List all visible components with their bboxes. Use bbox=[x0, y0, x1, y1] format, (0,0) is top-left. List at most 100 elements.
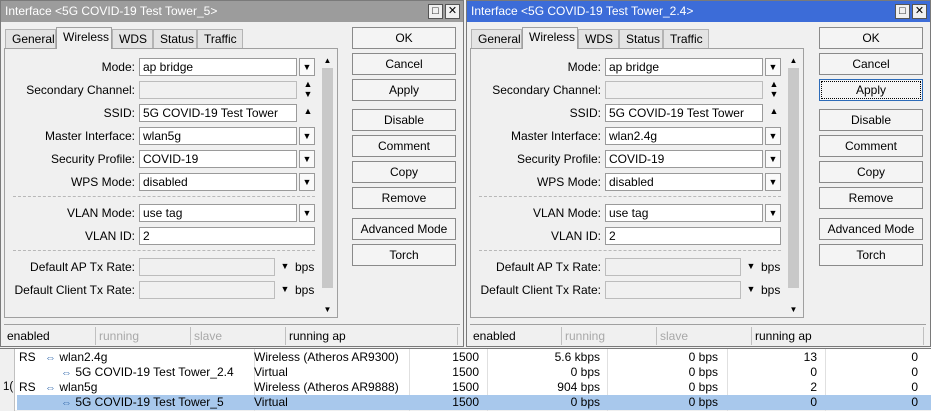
default-client-tx-rate-unit: bps bbox=[295, 283, 315, 297]
vlan-mode-select[interactable]: use tag bbox=[139, 204, 297, 222]
table-row[interactable]: RS ⇔ wlan5g Wireless (Atheros AR9888) 150… bbox=[17, 380, 931, 395]
disable-button[interactable]: Disable bbox=[352, 109, 456, 131]
master-interface-select[interactable]: wlan5g bbox=[139, 127, 297, 145]
disable-button[interactable]: Disable bbox=[819, 109, 923, 131]
wps-mode-select[interactable]: disabled bbox=[139, 173, 297, 191]
comment-button[interactable]: Comment bbox=[819, 135, 923, 157]
wps-mode-label: WPS Mode: bbox=[536, 175, 601, 189]
status-slave: slave bbox=[191, 327, 286, 345]
copy-button[interactable]: Copy bbox=[819, 161, 923, 183]
scrollbar-thumb[interactable] bbox=[788, 68, 799, 288]
apply-button[interactable]: Apply bbox=[819, 79, 923, 101]
dropdown-arrow-icon[interactable]: ▼ bbox=[765, 127, 781, 145]
row-rxp: 0 bbox=[911, 350, 918, 364]
tab-traffic[interactable]: Traffic bbox=[663, 29, 709, 48]
ok-button[interactable]: OK bbox=[819, 27, 923, 49]
section-divider bbox=[13, 250, 315, 251]
tab-general[interactable]: General bbox=[471, 29, 522, 48]
tab-wds[interactable]: WDS bbox=[112, 29, 153, 48]
scroll-down-icon[interactable]: ▼ bbox=[321, 303, 334, 316]
tab-traffic[interactable]: Traffic bbox=[197, 29, 243, 48]
mode-label: Mode: bbox=[567, 60, 601, 74]
mode-select[interactable]: ap bridge bbox=[605, 58, 763, 76]
expand-up-icon[interactable]: ▲ bbox=[768, 79, 780, 89]
advanced-mode-button[interactable]: Advanced Mode bbox=[352, 218, 456, 240]
row-name-cell: ⇔ wlan2.4g bbox=[45, 350, 255, 366]
torch-button[interactable]: Torch bbox=[352, 244, 456, 266]
ssid-input[interactable]: 5G COVID-19 Test Tower bbox=[139, 104, 297, 122]
collapse-up-icon[interactable]: ▲ bbox=[768, 106, 780, 116]
dropdown-arrow-icon[interactable]: ▼ bbox=[299, 150, 315, 168]
dropdown-arrow-icon[interactable]: ▼ bbox=[299, 58, 315, 76]
dropdown-arrow-icon[interactable]: ▼ bbox=[765, 173, 781, 191]
secondary-channel-select bbox=[139, 81, 297, 99]
vertical-scrollbar[interactable]: ▲ ▼ bbox=[787, 54, 800, 316]
dropdown-arrow-icon[interactable]: ▼ bbox=[279, 261, 291, 271]
mode-label: Mode: bbox=[101, 60, 135, 74]
default-ap-tx-rate-unit: bps bbox=[761, 260, 781, 274]
vlan-id-input[interactable]: 2 bbox=[139, 227, 315, 245]
row-tx: 0 bps bbox=[570, 395, 600, 409]
expand-down-icon[interactable]: ▼ bbox=[768, 89, 780, 99]
tab-status[interactable]: Status bbox=[153, 29, 197, 48]
secondary-channel-select bbox=[605, 81, 763, 99]
row-tx: 0 bps bbox=[570, 365, 600, 379]
dropdown-arrow-icon[interactable]: ▼ bbox=[745, 261, 757, 271]
security-profile-select[interactable]: COVID-19 bbox=[139, 150, 297, 168]
ok-button[interactable]: OK bbox=[352, 27, 456, 49]
row-name: wlan2.4g bbox=[59, 350, 108, 364]
vlan-mode-select[interactable]: use tag bbox=[605, 204, 763, 222]
vlan-id-label: VLAN ID: bbox=[84, 229, 135, 243]
vlan-id-input[interactable]: 2 bbox=[605, 227, 781, 245]
dropdown-arrow-icon[interactable]: ▼ bbox=[299, 204, 315, 222]
default-ap-tx-rate-input bbox=[605, 258, 741, 276]
tab-wireless[interactable]: Wireless bbox=[522, 27, 578, 49]
tab-wireless[interactable]: Wireless bbox=[56, 27, 112, 49]
remove-button[interactable]: Remove bbox=[819, 187, 923, 209]
vertical-scrollbar[interactable]: ▲ ▼ bbox=[321, 54, 334, 316]
maximize-button[interactable]: □ bbox=[895, 4, 910, 19]
collapse-up-icon[interactable]: ▲ bbox=[302, 106, 314, 116]
scroll-up-icon[interactable]: ▲ bbox=[321, 54, 334, 67]
advanced-mode-button[interactable]: Advanced Mode bbox=[819, 218, 923, 240]
status-slave: slave bbox=[657, 327, 752, 345]
window-titlebar[interactable]: Interface <5G COVID-19 Test Tower_2.4> □… bbox=[467, 1, 930, 22]
dropdown-arrow-icon[interactable]: ▼ bbox=[765, 58, 781, 76]
interface-icon: ⇔ bbox=[61, 397, 72, 409]
cancel-button[interactable]: Cancel bbox=[819, 53, 923, 75]
tab-general[interactable]: General bbox=[5, 29, 56, 48]
close-button[interactable]: ✕ bbox=[445, 4, 460, 19]
dropdown-arrow-icon[interactable]: ▼ bbox=[299, 127, 315, 145]
table-row[interactable]: ⇔ 5G COVID-19 Test Tower_5 Virtual 1500 0 … bbox=[17, 395, 931, 410]
default-client-tx-rate-input bbox=[605, 281, 741, 299]
mode-select[interactable]: ap bridge bbox=[139, 58, 297, 76]
security-profile-select[interactable]: COVID-19 bbox=[605, 150, 763, 168]
ssid-input[interactable]: 5G COVID-19 Test Tower bbox=[605, 104, 763, 122]
table-row[interactable]: RS ⇔ wlan2.4g Wireless (Atheros AR9300) 1… bbox=[17, 350, 931, 365]
tab-status[interactable]: Status bbox=[619, 29, 663, 48]
tab-wds[interactable]: WDS bbox=[578, 29, 619, 48]
dropdown-arrow-icon[interactable]: ▼ bbox=[299, 173, 315, 191]
scroll-down-icon[interactable]: ▼ bbox=[787, 303, 800, 316]
expand-up-icon[interactable]: ▲ bbox=[302, 79, 314, 89]
comment-button[interactable]: Comment bbox=[352, 135, 456, 157]
master-interface-select[interactable]: wlan2.4g bbox=[605, 127, 763, 145]
close-button[interactable]: ✕ bbox=[912, 4, 927, 19]
scroll-up-icon[interactable]: ▲ bbox=[787, 54, 800, 67]
dropdown-arrow-icon[interactable]: ▼ bbox=[279, 284, 291, 294]
dropdown-arrow-icon[interactable]: ▼ bbox=[765, 150, 781, 168]
copy-button[interactable]: Copy bbox=[352, 161, 456, 183]
row-rxp: 0 bbox=[911, 395, 918, 409]
cancel-button[interactable]: Cancel bbox=[352, 53, 456, 75]
dropdown-arrow-icon[interactable]: ▼ bbox=[765, 204, 781, 222]
window-titlebar[interactable]: Interface <5G COVID-19 Test Tower_5> □ ✕ bbox=[1, 1, 463, 22]
table-row[interactable]: ⇔ 5G COVID-19 Test Tower_2.4 Virtual 1500… bbox=[17, 365, 931, 380]
dropdown-arrow-icon[interactable]: ▼ bbox=[745, 284, 757, 294]
maximize-button[interactable]: □ bbox=[428, 4, 443, 19]
torch-button[interactable]: Torch bbox=[819, 244, 923, 266]
wps-mode-select[interactable]: disabled bbox=[605, 173, 763, 191]
apply-button[interactable]: Apply bbox=[352, 79, 456, 101]
expand-down-icon[interactable]: ▼ bbox=[302, 89, 314, 99]
scrollbar-thumb[interactable] bbox=[322, 68, 333, 288]
remove-button[interactable]: Remove bbox=[352, 187, 456, 209]
